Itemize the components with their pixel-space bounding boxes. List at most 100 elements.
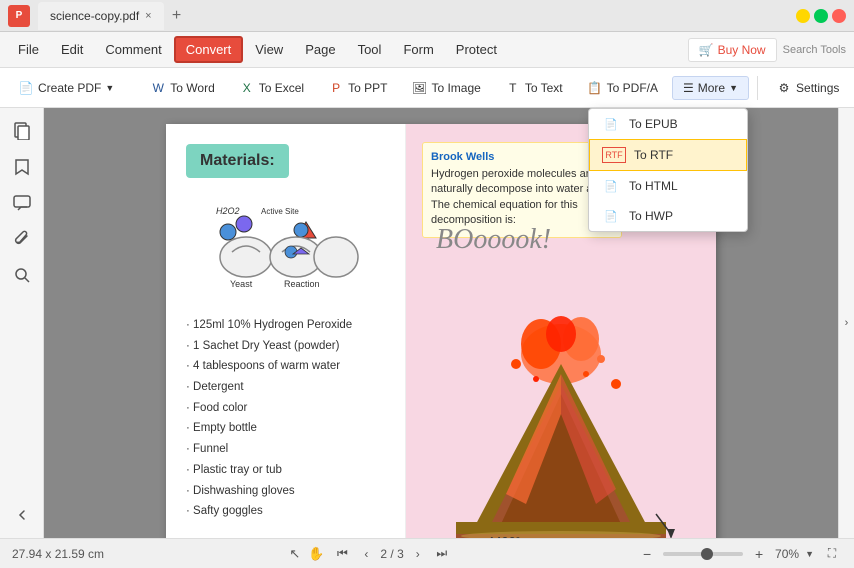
next-page-button[interactable]: › — [408, 544, 428, 564]
to-pdfa-icon: 📋 — [587, 80, 603, 96]
create-pdf-button[interactable]: 📄 Create PDF ▼ — [8, 76, 124, 100]
tab-close-button[interactable]: × — [145, 10, 151, 22]
list-item: 4 tablespoons of warm water — [186, 356, 385, 377]
menu-file[interactable]: File — [8, 38, 49, 61]
svg-text:Reaction: Reaction — [284, 279, 320, 289]
materials-title: Materials: — [186, 144, 289, 178]
sidebar-collapse-icon[interactable] — [7, 500, 37, 530]
create-pdf-dropdown-icon: ▼ — [105, 83, 114, 93]
temperature-label: 4400°c — [486, 534, 527, 538]
html-icon: 📄 — [601, 178, 621, 194]
buy-now-button[interactable]: 🛒 Buy Now — [688, 38, 777, 62]
dropdown-item-epub[interactable]: 📄 To EPUB — [589, 109, 747, 139]
dropdown-item-html[interactable]: 📄 To HTML — [589, 171, 747, 201]
new-tab-button[interactable]: + — [166, 5, 188, 27]
dropdown-item-label: To HWP — [629, 209, 673, 223]
page-indicator: 2 / 3 — [380, 547, 403, 561]
left-sidebar — [0, 108, 44, 538]
zoom-slider-thumb — [701, 548, 713, 560]
list-item: Plastic tray or tub — [186, 460, 385, 481]
diagram-area: H2O2 Active Site — [186, 202, 385, 305]
tab-science-copy[interactable]: science-copy.pdf × — [38, 2, 164, 30]
zoom-dropdown-icon[interactable]: ▼ — [805, 549, 814, 559]
zoom-out-button[interactable]: − — [637, 544, 657, 564]
dropdown-item-label: To HTML — [629, 179, 678, 193]
menu-page[interactable]: Page — [295, 38, 345, 61]
zoom-slider[interactable] — [663, 552, 743, 556]
to-word-icon: W — [150, 80, 166, 96]
list-item: Empty bottle — [186, 418, 385, 439]
dropdown-item-label: To RTF — [634, 148, 673, 162]
menu-convert[interactable]: Convert — [174, 36, 244, 63]
to-text-button[interactable]: T To Text — [495, 76, 573, 100]
sidebar-comment-icon[interactable] — [7, 188, 37, 218]
app-logo: P — [8, 5, 30, 27]
menu-comment[interactable]: Comment — [95, 38, 171, 61]
right-sidebar: › — [838, 108, 854, 538]
pan-mode-icon[interactable]: ✋ — [308, 546, 324, 562]
rtf-icon: RTF — [602, 147, 626, 163]
volcano-image — [416, 294, 706, 538]
to-ppt-icon: P — [328, 80, 344, 96]
tab-list: science-copy.pdf × + — [38, 2, 188, 30]
list-item: 125ml 10% Hydrogen Peroxide — [186, 315, 385, 336]
to-image-icon: 🖼 — [411, 80, 427, 96]
comment-author: Brook Wells — [431, 151, 613, 163]
boo-text: BOooook! — [436, 224, 551, 256]
comment-text: Hydrogen peroxide molecules are naturall… — [431, 167, 613, 229]
to-excel-button[interactable]: X To Excel — [229, 76, 314, 100]
dropdown-item-label: To EPUB — [629, 117, 678, 131]
to-ppt-button[interactable]: P To PPT — [318, 76, 397, 100]
epub-icon: 📄 — [601, 116, 621, 132]
dropdown-item-hwp[interactable]: 📄 To HWP — [589, 201, 747, 231]
minimize-button[interactable] — [796, 9, 810, 23]
right-sidebar-collapse-icon[interactable]: › — [839, 308, 854, 338]
last-page-button[interactable]: ⏭ — [432, 544, 452, 564]
list-item: 1 Sachet Dry Yeast (powder) — [186, 336, 385, 357]
dropdown-item-rtf[interactable]: RTF To RTF — [589, 139, 747, 171]
menu-tool[interactable]: Tool — [348, 38, 392, 61]
to-word-button[interactable]: W To Word — [140, 76, 224, 100]
action-bar: 📄 Create PDF ▼ W To Word X To Excel P To… — [0, 68, 854, 108]
sidebar-attachment-icon[interactable] — [7, 224, 37, 254]
create-pdf-icon: 📄 — [18, 80, 34, 96]
title-bar: P science-copy.pdf × + — [0, 0, 854, 32]
sidebar-pages-icon[interactable] — [7, 116, 37, 146]
prev-page-button[interactable]: ‹ — [356, 544, 376, 564]
maximize-button[interactable] — [814, 9, 828, 23]
tab-title: science-copy.pdf — [50, 9, 139, 23]
materials-list: 125ml 10% Hydrogen Peroxide 1 Sachet Dry… — [186, 315, 385, 522]
sidebar-search-icon[interactable] — [7, 260, 37, 290]
menu-bar: File Edit Comment Convert View Page Tool… — [0, 32, 854, 68]
settings-button[interactable]: ⚙ Settings — [766, 76, 849, 100]
close-button[interactable] — [832, 9, 846, 23]
svg-text:Yeast: Yeast — [230, 279, 253, 289]
to-pdfa-button[interactable]: 📋 To PDF/A — [577, 76, 668, 100]
sidebar-bookmark-icon[interactable] — [7, 152, 37, 182]
menu-view[interactable]: View — [245, 38, 293, 61]
first-page-button[interactable]: ⏮ — [332, 544, 352, 564]
search-tools-input[interactable]: Search Tools — [783, 44, 846, 56]
page-left: Materials: H2O2 Active Site — [166, 124, 406, 538]
fullscreen-button[interactable]: ⛶ — [822, 544, 842, 564]
list-item: Dishwashing gloves — [186, 481, 385, 502]
document-dimensions: 27.94 x 21.59 cm — [12, 547, 104, 561]
svg-text:Active Site: Active Site — [261, 207, 299, 216]
more-button[interactable]: ☰ More ▼ — [672, 76, 749, 100]
svg-text:H2O2: H2O2 — [216, 206, 240, 216]
to-image-button[interactable]: 🖼 To Image — [401, 76, 490, 100]
zoom-in-button[interactable]: + — [749, 544, 769, 564]
select-mode-icon[interactable]: ↖ — [289, 546, 300, 562]
window-controls — [796, 9, 846, 23]
action-right: ⚙ Settings ⚡ Batch Conve... — [753, 76, 854, 100]
menu-edit[interactable]: Edit — [51, 38, 93, 61]
status-bar: 27.94 x 21.59 cm ↖ ✋ ⏮ ‹ 2 / 3 › ⏭ − + 7… — [0, 538, 854, 568]
to-excel-icon: X — [239, 80, 255, 96]
menu-form[interactable]: Form — [393, 38, 443, 61]
list-item: Food color — [186, 398, 385, 419]
menu-right-area: 🛒 Buy Now Search Tools — [688, 38, 846, 62]
menu-protect[interactable]: Protect — [446, 38, 507, 61]
settings-icon: ⚙ — [776, 80, 792, 96]
enzyme-diagram: H2O2 Active Site — [206, 202, 366, 302]
more-dropdown-menu: 📄 To EPUB RTF To RTF 📄 To HTML 📄 To HWP — [588, 108, 748, 232]
